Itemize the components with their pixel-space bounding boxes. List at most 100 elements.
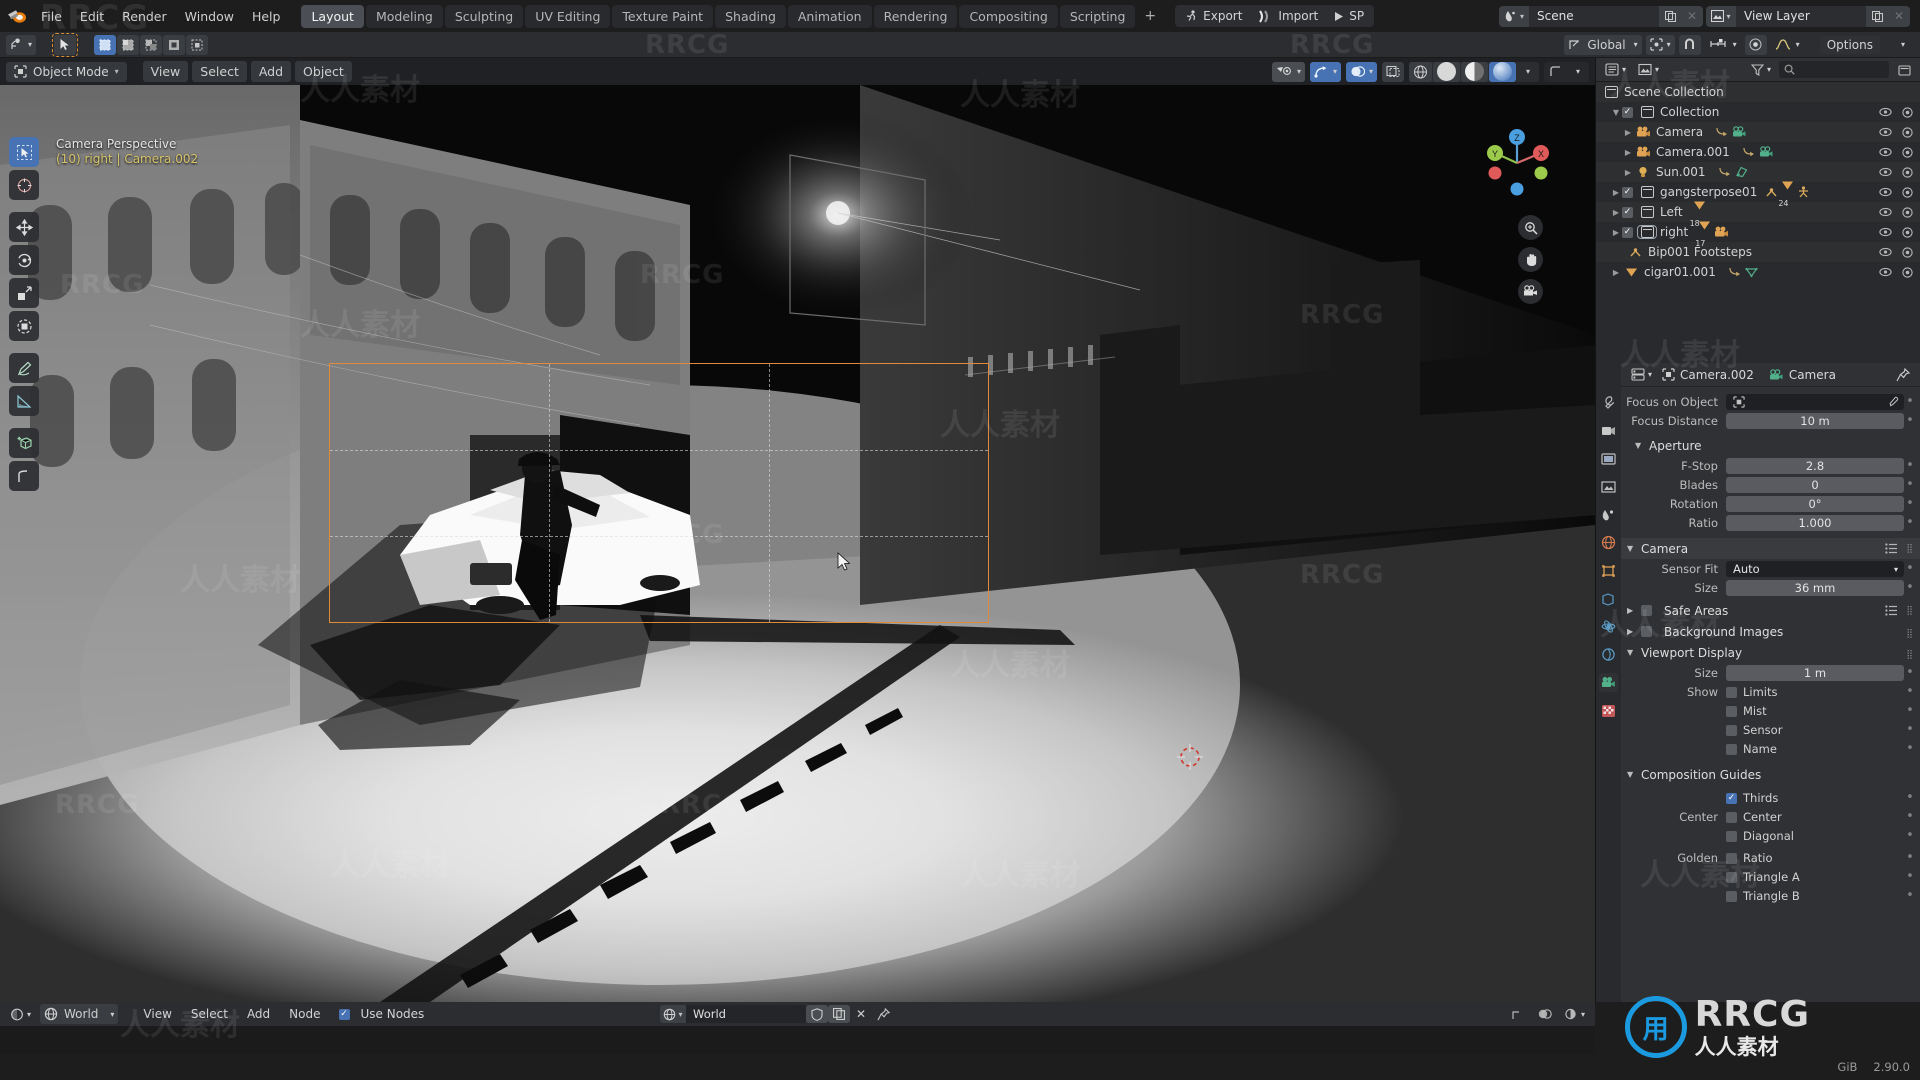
list-item[interactable]: ▶ ✓ right 17 (1596, 220, 1920, 248)
select-extend-button[interactable] (117, 34, 140, 55)
tab-sculpting[interactable]: Sculpting (444, 4, 524, 28)
list-item[interactable]: Bip001 Footsteps (1596, 242, 1920, 262)
animate-dot-icon[interactable]: • (1904, 889, 1916, 902)
overlays-toggle[interactable]: ▾ (1345, 61, 1377, 82)
use-nodes-toggle[interactable]: ✓ Use Nodes (338, 1007, 424, 1021)
disclosure-triangle-icon[interactable]: ▶ (1622, 148, 1634, 157)
menu-file[interactable]: File (32, 6, 71, 27)
gizmo-toggle[interactable]: ▾ (1309, 61, 1341, 82)
mesh-icon[interactable]: 17 (1695, 220, 1711, 248)
select-invert-button[interactable] (163, 34, 186, 55)
snap-corner-icon[interactable] (1508, 1004, 1530, 1024)
guide-triangle-a-checkbox[interactable] (1726, 871, 1737, 883)
camera-render-icon[interactable] (1901, 266, 1914, 278)
snap-to-dropdown[interactable]: ▾ (1705, 35, 1741, 55)
export-button[interactable]: Export (1177, 7, 1250, 25)
add-workspace-button[interactable]: + (1137, 5, 1163, 27)
animate-dot-icon[interactable]: • (1904, 459, 1916, 472)
animate-dot-icon[interactable]: • (1904, 870, 1916, 883)
add-cube-tool[interactable] (9, 428, 39, 458)
breadcrumb-object[interactable]: Camera.002 (1680, 368, 1754, 382)
collection-checkbox[interactable]: ✓ (1622, 106, 1633, 118)
camera-render-icon[interactable] (1901, 206, 1914, 218)
properties-tab-output[interactable] (1599, 449, 1618, 468)
drag-grip-icon[interactable]: ⣿ (1906, 606, 1914, 616)
properties-tab-modifiers[interactable] (1599, 589, 1618, 608)
aperture-section-header[interactable]: ▼ Aperture (1621, 435, 1920, 456)
camera-data-icon[interactable] (1732, 126, 1747, 138)
animate-dot-icon[interactable]: • (1904, 829, 1916, 842)
animate-dot-icon[interactable]: • (1904, 791, 1916, 804)
navigation-gizmo[interactable]: Z X Y (1479, 125, 1555, 201)
menu-edit[interactable]: Edit (71, 6, 113, 27)
proportional-falloff-dropdown[interactable]: ▾ (1771, 35, 1804, 55)
preset-list-icon[interactable] (1885, 543, 1898, 554)
tab-compositing[interactable]: Compositing (959, 4, 1058, 28)
outliner-new-collection-icon[interactable] (1893, 60, 1915, 80)
animate-dot-icon[interactable]: • (1904, 516, 1916, 529)
outliner-search-input[interactable] (1779, 61, 1889, 78)
node-shading-icon[interactable]: ▾ (1560, 1004, 1589, 1024)
properties-editor[interactable]: ▾ Camera.002 Camera Focus on Object • Fo… (1595, 363, 1920, 1002)
background-images-checkbox[interactable] (1641, 626, 1652, 637)
select-set-button[interactable] (94, 34, 117, 55)
view-layer-icon[interactable]: ▾ (1706, 5, 1736, 27)
tab-modeling[interactable]: Modeling (365, 4, 443, 28)
camera-data-icon[interactable] (1714, 226, 1729, 238)
editor-type-icon[interactable]: ▾ (1601, 60, 1630, 80)
guide-diagonal-checkbox[interactable] (1726, 830, 1737, 842)
eye-icon[interactable] (1879, 107, 1892, 117)
show-name-checkbox[interactable] (1726, 743, 1737, 755)
pin-icon[interactable] (872, 1005, 894, 1023)
armature-icon[interactable] (1765, 186, 1778, 198)
outliner-editor[interactable]: ▾ ▾ ▾ Scene Collection ▼ ✓ Collection ▶ … (1595, 58, 1920, 363)
camera-render-icon[interactable] (1901, 126, 1914, 138)
list-item[interactable]: ▶ Sun.001 (1596, 162, 1920, 182)
shader-editor-type-icon[interactable]: ▾ (6, 1004, 35, 1024)
show-sensor-checkbox[interactable] (1726, 724, 1737, 736)
animate-dot-icon[interactable]: • (1904, 414, 1916, 427)
animate-dot-icon[interactable]: • (1904, 478, 1916, 491)
eyedropper-icon[interactable] (1887, 396, 1899, 408)
eye-icon[interactable] (1879, 247, 1892, 257)
blades-field[interactable]: 0 (1726, 477, 1904, 493)
sensor-fit-dropdown[interactable]: Auto ▾ (1726, 561, 1904, 577)
shading-solid[interactable] (1433, 61, 1460, 82)
world-icon[interactable]: ▾ (660, 1005, 686, 1023)
preset-list-icon[interactable] (1885, 605, 1898, 616)
shader-menu-view[interactable]: View (136, 1005, 178, 1023)
transform-tool[interactable] (9, 311, 39, 341)
properties-tab-render[interactable] (1599, 421, 1618, 440)
unlink-world-button[interactable]: ✕ (850, 1005, 872, 1023)
tweak-tool[interactable] (9, 137, 39, 167)
disclosure-triangle-icon[interactable]: ▶ (1610, 208, 1622, 217)
show-limits-checkbox[interactable] (1726, 686, 1737, 698)
disclosure-triangle-icon[interactable]: ▶ (1610, 188, 1622, 197)
rotation-field[interactable]: 0° (1726, 496, 1904, 512)
menu-render[interactable]: Render (113, 6, 176, 27)
tab-scripting[interactable]: Scripting (1059, 4, 1136, 28)
menu-help[interactable]: Help (243, 6, 290, 27)
scene-name[interactable]: Scene (1529, 5, 1659, 27)
tab-animation[interactable]: Animation (787, 4, 872, 28)
tab-uv-editing[interactable]: UV Editing (525, 4, 611, 28)
world-name[interactable]: World (686, 1005, 806, 1023)
active-tool-icon[interactable]: ▾ (6, 34, 37, 55)
guide-thirds-checkbox[interactable]: ✓ (1726, 792, 1737, 804)
new-scene-button[interactable] (1659, 5, 1681, 27)
properties-tab-scene[interactable] (1599, 505, 1618, 524)
pivot-point-dropdown[interactable]: ▾ (1645, 34, 1675, 55)
select-intersect-button[interactable] (186, 34, 209, 55)
view-layer-name[interactable]: View Layer (1736, 5, 1866, 27)
shader-menu-node[interactable]: Node (282, 1005, 327, 1023)
disclosure-triangle-icon[interactable]: ▶ (1610, 268, 1622, 277)
import-button[interactable]: Import (1250, 7, 1326, 25)
light-data-icon[interactable] (1735, 166, 1748, 178)
pose-icon[interactable] (1797, 186, 1810, 198)
properties-tab-data[interactable] (1599, 673, 1618, 692)
scale-tool[interactable] (9, 278, 39, 308)
animate-dot-icon[interactable]: • (1904, 497, 1916, 510)
properties-editor-type-icon[interactable]: ▾ (1627, 365, 1656, 385)
disclosure-triangle-icon[interactable]: ▶ (1622, 168, 1634, 177)
cursor-tool[interactable] (9, 170, 39, 200)
